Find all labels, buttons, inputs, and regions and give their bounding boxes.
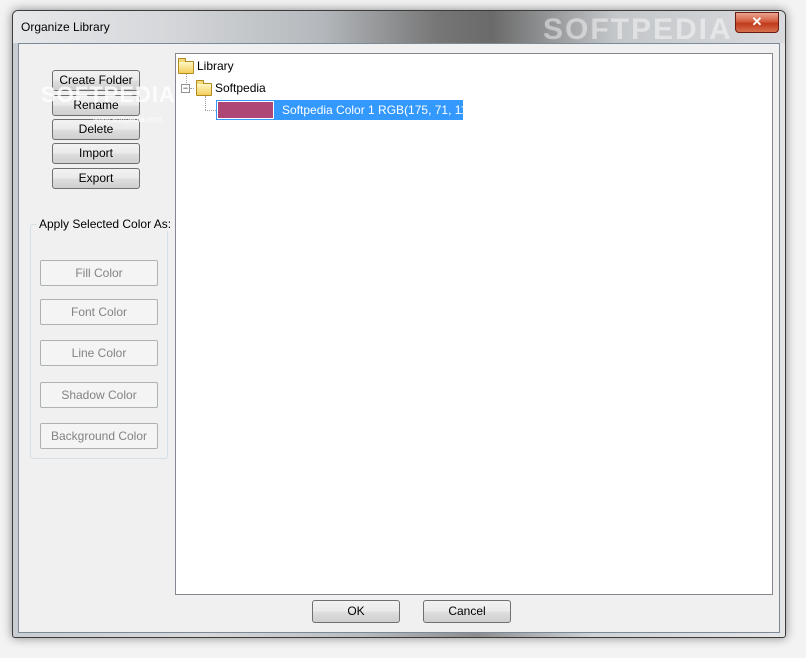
tree-line xyxy=(205,110,216,111)
tree-node-label: Softpedia xyxy=(215,81,266,95)
library-tree[interactable]: Library − Softpedia Softpedia Color 1 RG… xyxy=(175,53,773,595)
tree-node-label: Library xyxy=(197,59,234,73)
import-button[interactable]: Import xyxy=(52,143,140,164)
apply-color-group-label: Apply Selected Color As: xyxy=(37,217,174,231)
watermark-url: www.softpedia.com xyxy=(93,115,162,124)
collapse-icon[interactable]: − xyxy=(181,84,190,93)
title-bar[interactable]: SOFTPEDIA Organize Library ✕ xyxy=(13,11,785,46)
ok-button[interactable]: OK xyxy=(312,600,400,623)
dialog-client: Create Folder Rename Delete Import Expor… xyxy=(18,43,780,633)
close-button[interactable]: ✕ xyxy=(735,12,779,33)
open-folder-icon xyxy=(178,58,194,74)
background-color-button[interactable]: Background Color xyxy=(40,423,158,449)
watermark-sidebar: SOFTPEDIA xyxy=(41,82,176,107)
color-item-label: Softpedia Color 1 RGB(175, 71, 118) xyxy=(282,103,478,117)
tree-line xyxy=(190,88,194,89)
watermark-title: SOFTPEDIA xyxy=(543,13,733,46)
window-title: Organize Library xyxy=(21,20,110,34)
line-color-button[interactable]: Line Color xyxy=(40,340,158,366)
tree-item-color[interactable]: Softpedia Color 1 RGB(175, 71, 118) xyxy=(216,100,478,120)
export-button[interactable]: Export xyxy=(52,168,140,189)
tree-line xyxy=(205,96,206,110)
organize-library-window: SOFTPEDIA Organize Library ✕ Create Fold… xyxy=(12,10,786,638)
color-swatch xyxy=(217,101,274,119)
font-color-button[interactable]: Font Color xyxy=(40,299,158,325)
open-folder-icon xyxy=(196,80,212,96)
fill-color-button[interactable]: Fill Color xyxy=(40,260,158,286)
shadow-color-button[interactable]: Shadow Color xyxy=(40,382,158,408)
close-icon: ✕ xyxy=(751,14,763,29)
cancel-button[interactable]: Cancel xyxy=(423,600,511,623)
